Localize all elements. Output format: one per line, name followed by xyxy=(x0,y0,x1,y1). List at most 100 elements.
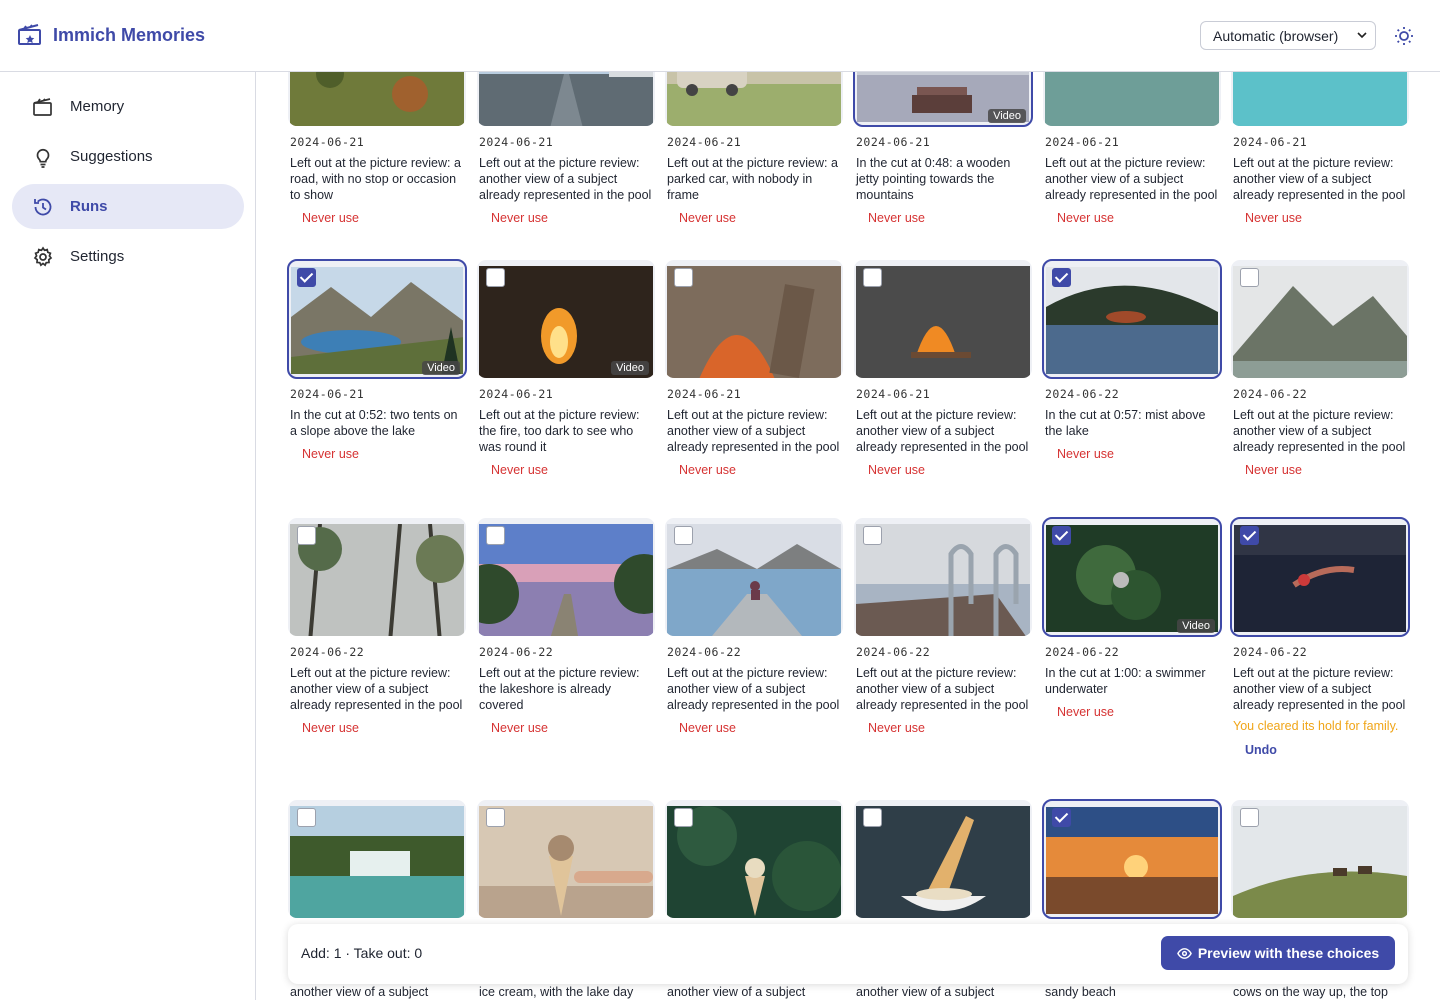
clip-thumbnail[interactable] xyxy=(1231,800,1409,918)
clip-thumbnail[interactable] xyxy=(288,518,466,636)
clip-card: 2024-06-21 Left out at the picture review… xyxy=(288,72,466,225)
clip-image xyxy=(479,806,653,918)
never-use-button[interactable]: Never use xyxy=(477,211,655,225)
never-use-button[interactable]: Never use xyxy=(854,211,1032,225)
history-icon xyxy=(34,198,52,215)
never-use-button[interactable]: Never use xyxy=(288,447,466,461)
clip-image xyxy=(290,524,464,636)
clip-checkbox[interactable] xyxy=(297,526,316,545)
never-use-button[interactable]: Never use xyxy=(854,463,1032,477)
clip-thumbnail[interactable] xyxy=(854,518,1032,636)
sidebar-item-suggestions[interactable]: Suggestions xyxy=(12,134,244,179)
clip-thumbnail[interactable] xyxy=(854,800,1032,918)
chevron-down-icon xyxy=(1357,32,1367,39)
clip-date: 2024-06-21 xyxy=(479,135,554,149)
clip-date: 2024-06-21 xyxy=(1045,135,1120,149)
never-use-button[interactable]: Never use xyxy=(477,721,655,735)
never-use-button[interactable]: Never use xyxy=(665,211,843,225)
clip-thumbnail[interactable]: Video xyxy=(477,260,655,378)
clip-checkbox[interactable] xyxy=(1052,268,1071,287)
never-use-button[interactable]: Never use xyxy=(477,463,655,477)
clip-thumbnail[interactable] xyxy=(665,72,843,126)
never-use-button[interactable]: Never use xyxy=(1043,447,1221,461)
clip-date: 2024-06-22 xyxy=(479,645,554,659)
clip-checkbox[interactable] xyxy=(674,808,693,827)
clip-description: Left out at the picture review: another … xyxy=(856,408,1029,454)
clip-description: Left out at the picture review: another … xyxy=(290,666,463,712)
clip-checkbox[interactable] xyxy=(1240,526,1259,545)
clip-checkbox[interactable] xyxy=(674,526,693,545)
clip-card: Video 2024-06-22 In the cut at 1:00: a swi… xyxy=(1042,517,1222,719)
choice-summary-bar: Add: 1 · Take out: 0 Preview with these … xyxy=(288,924,1408,984)
clip-date: 2024-06-21 xyxy=(856,387,931,401)
sidebar-item-runs[interactable]: Runs xyxy=(12,184,244,229)
clip-checkbox[interactable] xyxy=(674,268,693,287)
never-use-button[interactable]: Never use xyxy=(1231,463,1409,477)
clip-description: In the cut at 0:52: two tents on a slope… xyxy=(290,408,458,438)
clip-image xyxy=(667,266,841,378)
clip-thumbnail[interactable] xyxy=(477,800,655,918)
clip-description: another view of a subject already repres… xyxy=(667,985,806,999)
clip-image xyxy=(1045,72,1219,126)
never-use-button[interactable]: Never use xyxy=(665,463,843,477)
clip-thumbnail[interactable] xyxy=(1231,72,1409,126)
clip-thumbnail[interactable] xyxy=(665,800,843,918)
clip-thumbnail[interactable] xyxy=(288,72,466,126)
clip-thumbnail[interactable] xyxy=(1042,259,1222,379)
clip-checkbox[interactable] xyxy=(863,268,882,287)
clip-description: Left out at the picture review: another … xyxy=(1233,408,1406,454)
clip-checkbox[interactable] xyxy=(297,808,316,827)
clip-thumbnail[interactable] xyxy=(477,518,655,636)
clip-thumbnail[interactable] xyxy=(288,800,466,918)
clip-image xyxy=(479,524,653,636)
sidebar-item-label: Suggestions xyxy=(70,148,153,165)
clip-checkbox[interactable] xyxy=(1052,808,1071,827)
clip-thumbnail[interactable] xyxy=(854,260,1032,378)
sidebar-item-memory[interactable]: Memory xyxy=(12,84,244,129)
clip-checkbox[interactable] xyxy=(486,526,505,545)
clip-date: 2024-06-21 xyxy=(667,135,742,149)
clip-description: Left out at the picture review: the lake… xyxy=(479,666,640,712)
brand[interactable]: Immich Memories xyxy=(17,22,205,48)
clip-description: Left out at the picture review: another … xyxy=(667,408,840,454)
clip-card: 2024-06-21 Left out at the picture review… xyxy=(1043,72,1221,225)
clip-thumbnail[interactable] xyxy=(1043,72,1221,126)
clip-description: Left out at the picture review: another … xyxy=(1045,156,1218,202)
never-use-button[interactable]: Never use xyxy=(288,211,466,225)
never-use-button[interactable]: Never use xyxy=(1043,211,1221,225)
clip-grid: 2024-06-21 Left out at the picture review… xyxy=(256,72,1440,1000)
clip-thumbnail[interactable] xyxy=(1231,260,1409,378)
undo-button[interactable]: Undo xyxy=(1231,743,1409,757)
clip-image xyxy=(479,72,653,126)
clip-thumbnail[interactable] xyxy=(477,72,655,126)
clip-thumbnail[interactable] xyxy=(665,260,843,378)
never-use-button[interactable]: Never use xyxy=(665,721,843,735)
preview-button[interactable]: Preview with these choices xyxy=(1161,936,1395,970)
clip-checkbox[interactable] xyxy=(1240,268,1259,287)
clip-image xyxy=(290,806,464,918)
clip-checkbox[interactable] xyxy=(1240,808,1259,827)
never-use-button[interactable]: Never use xyxy=(288,721,466,735)
eye-icon xyxy=(1176,947,1192,959)
never-use-button[interactable]: Never use xyxy=(854,721,1032,735)
sidebar-item-label: Memory xyxy=(70,98,125,115)
clip-checkbox[interactable] xyxy=(486,808,505,827)
clip-checkbox[interactable] xyxy=(863,808,882,827)
clip-card: 2024-06-21 Left out at the picture review… xyxy=(665,72,843,225)
clip-thumbnail[interactable]: Video xyxy=(1042,517,1222,637)
clip-checkbox[interactable] xyxy=(486,268,505,287)
never-use-button[interactable]: Never use xyxy=(1043,705,1221,719)
clip-thumbnail[interactable]: Video xyxy=(853,72,1033,127)
brightness-icon[interactable] xyxy=(1393,25,1415,47)
clip-checkbox[interactable] xyxy=(863,526,882,545)
clip-thumbnail[interactable]: Video xyxy=(287,259,467,379)
clip-card: 2024-06-21 Left out at the picture review… xyxy=(477,72,655,225)
clip-checkbox[interactable] xyxy=(297,268,316,287)
sidebar-item-settings[interactable]: Settings xyxy=(12,234,244,279)
never-use-button[interactable]: Never use xyxy=(1231,211,1409,225)
clip-thumbnail[interactable] xyxy=(1230,517,1410,637)
clip-thumbnail[interactable] xyxy=(665,518,843,636)
clip-thumbnail[interactable] xyxy=(1042,799,1222,919)
clip-checkbox[interactable] xyxy=(1052,526,1071,545)
theme-select[interactable]: Automatic (browser) xyxy=(1200,21,1376,50)
